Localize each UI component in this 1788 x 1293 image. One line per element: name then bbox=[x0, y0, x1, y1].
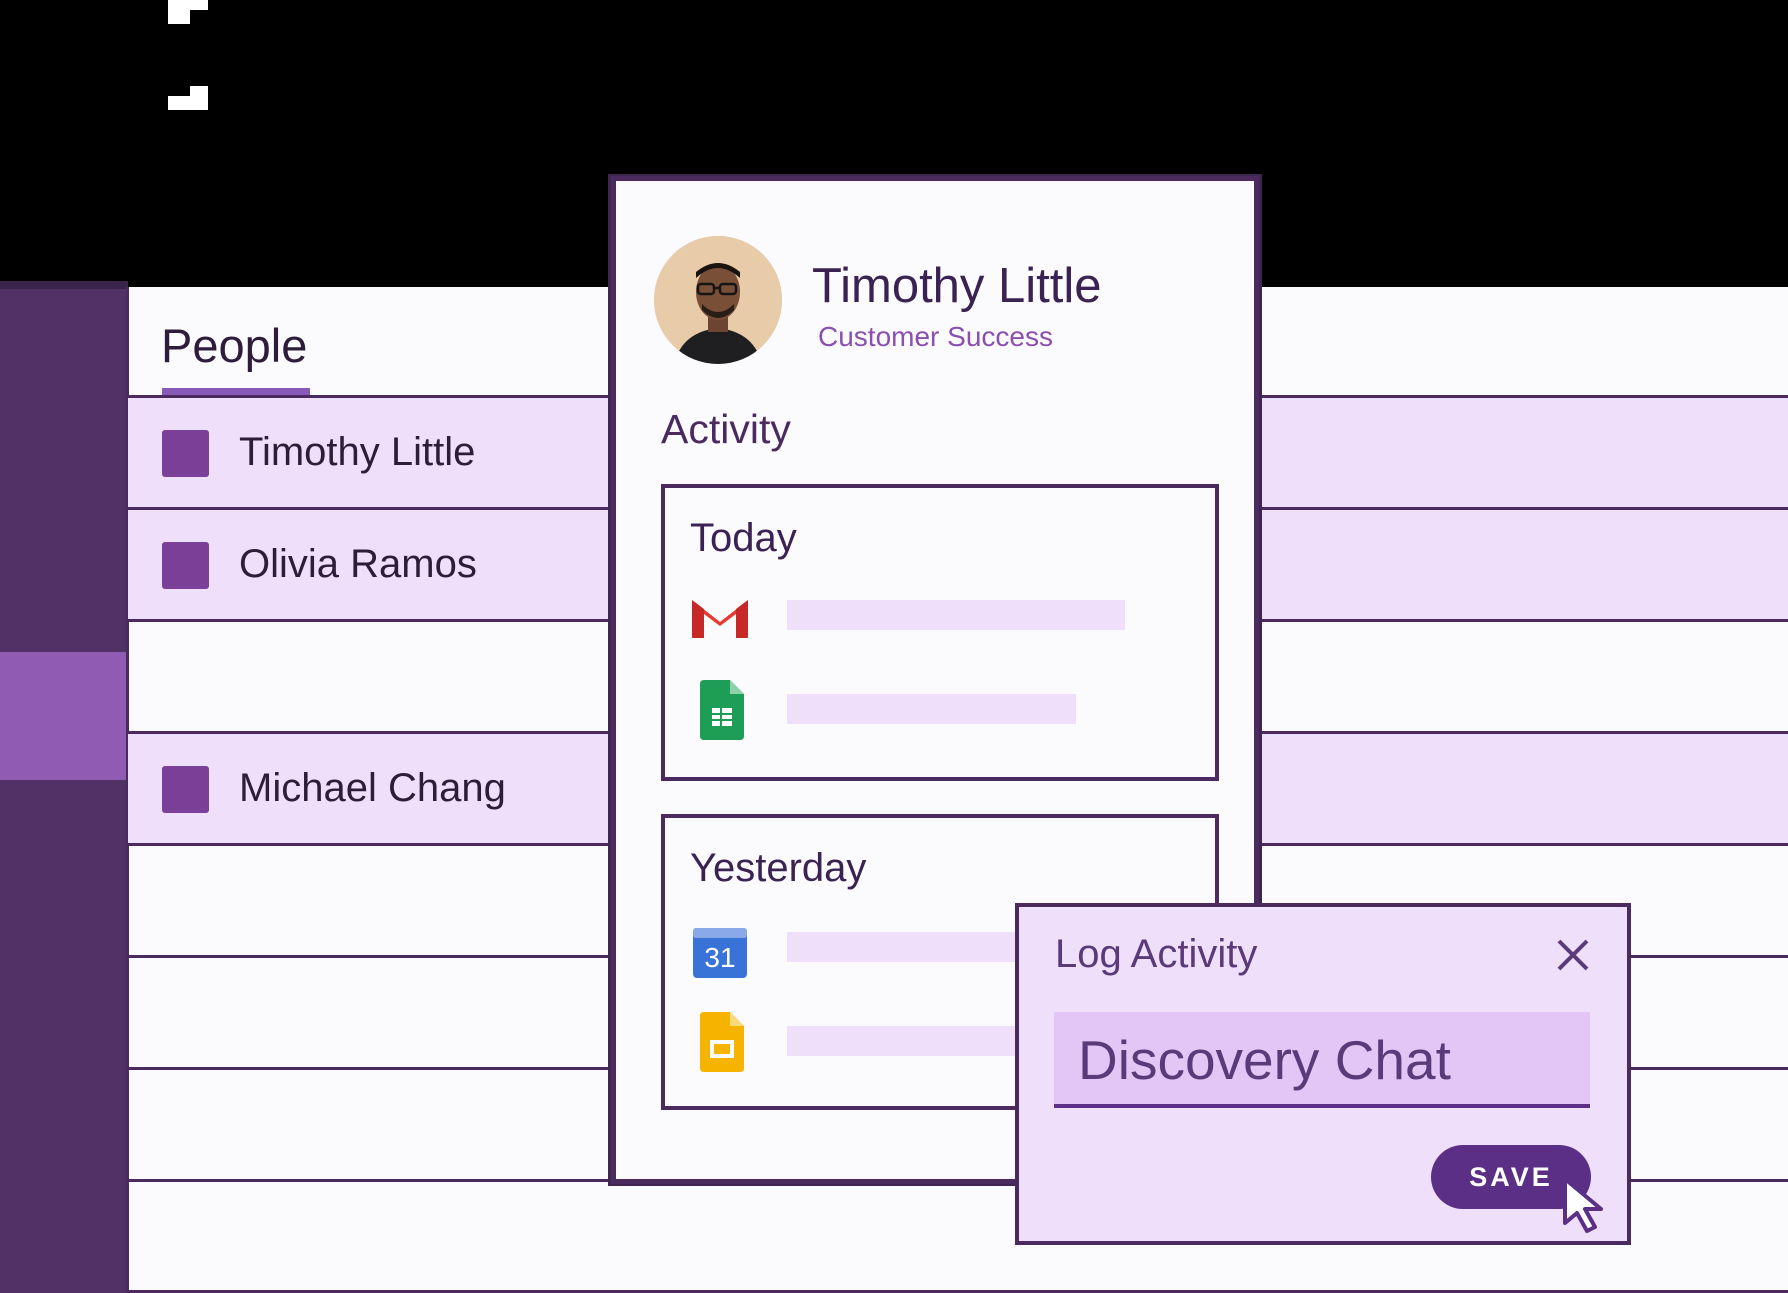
sidebar-active-item[interactable] bbox=[0, 652, 128, 780]
row-checkbox[interactable] bbox=[162, 766, 209, 813]
activity-name-value: Discovery Chat bbox=[1078, 1029, 1451, 1091]
row-checkbox[interactable] bbox=[162, 430, 209, 477]
slides-icon[interactable] bbox=[700, 1012, 744, 1072]
decor-glyph-top bbox=[168, 0, 208, 10]
activity-item-placeholder[interactable] bbox=[787, 932, 1017, 962]
people-title-underline bbox=[162, 388, 310, 395]
mouse-cursor-icon bbox=[1561, 1175, 1619, 1235]
sheets-icon[interactable] bbox=[700, 680, 744, 740]
calendar-icon[interactable]: 31 bbox=[693, 924, 747, 978]
gmail-icon[interactable] bbox=[690, 594, 750, 640]
close-icon[interactable] bbox=[1553, 935, 1593, 975]
decor-glyph-top-2 bbox=[168, 10, 190, 24]
profile-name: Timothy Little bbox=[812, 259, 1102, 313]
decor-glyph-bottom-2 bbox=[168, 96, 208, 110]
row-checkbox[interactable] bbox=[162, 542, 209, 589]
activity-title: Activity bbox=[661, 406, 791, 452]
calendar-icon-text: 31 bbox=[704, 942, 735, 973]
activity-item-placeholder[interactable] bbox=[787, 1026, 1017, 1056]
activity-item-placeholder[interactable] bbox=[787, 600, 1125, 630]
row-label: Michael Chang bbox=[239, 766, 506, 810]
avatar bbox=[654, 236, 782, 364]
row-label: Olivia Ramos bbox=[239, 542, 477, 586]
activity-item-placeholder[interactable] bbox=[787, 694, 1076, 724]
people-title: People bbox=[161, 319, 308, 372]
sidebar bbox=[0, 281, 128, 1293]
profile-role: Customer Success bbox=[818, 321, 1053, 352]
dialog-title: Log Activity bbox=[1055, 932, 1258, 976]
decor-glyph-bottom bbox=[190, 86, 208, 96]
activity-group-heading: Yesterday bbox=[690, 846, 867, 890]
activity-group-heading: Today bbox=[690, 516, 797, 560]
row-label: Timothy Little bbox=[239, 430, 476, 474]
